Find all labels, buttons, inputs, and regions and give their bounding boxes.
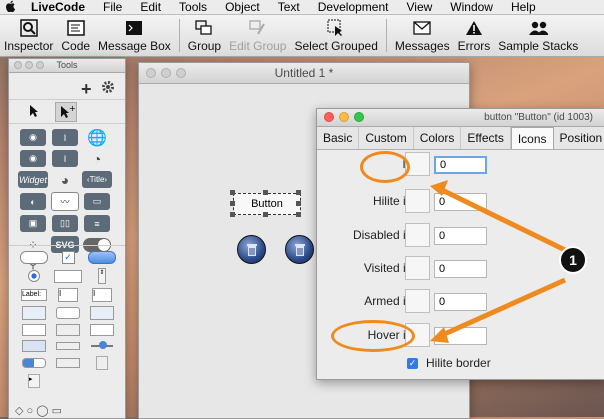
arrowhead-hover — [430, 327, 449, 343]
callout-badge: 1 — [559, 246, 587, 274]
annotation-arrows — [430, 180, 567, 343]
arrow-to-icon-field — [438, 186, 567, 253]
arrow-to-hover-icon — [438, 277, 567, 339]
